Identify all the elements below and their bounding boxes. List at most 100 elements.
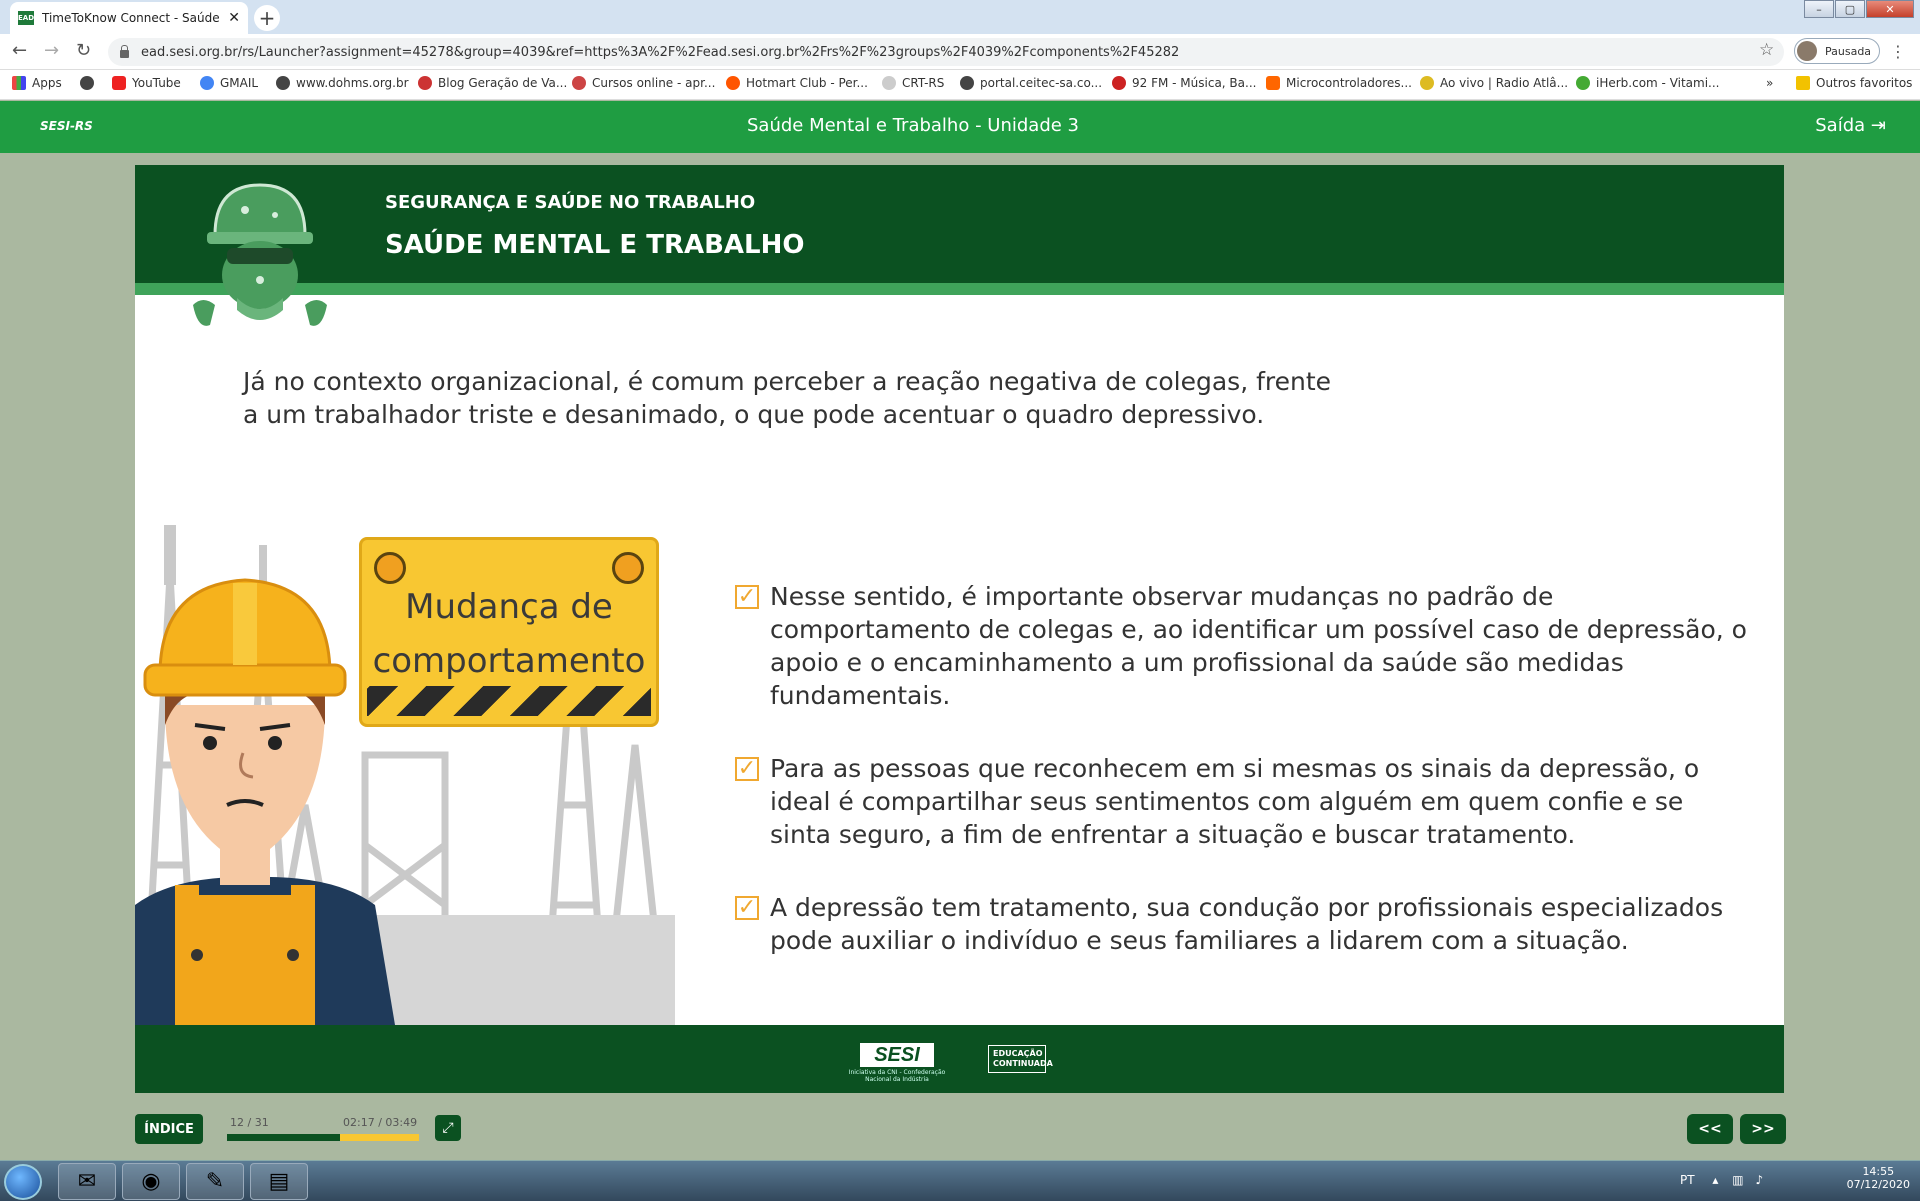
checkbox-icon: ✓ <box>735 757 759 781</box>
previous-button[interactable]: << <box>1687 1114 1733 1144</box>
cursos-icon <box>572 76 586 90</box>
close-tab-icon[interactable]: ✕ <box>228 10 240 26</box>
address-bar: ← → ↻ ead.sesi.org.br/rs/Launcher?assign… <box>0 34 1920 70</box>
checkbox-icon: ✓ <box>735 896 759 920</box>
blog-icon <box>418 76 432 90</box>
bookmark-ceitec[interactable]: portal.ceitec-sa.co... <box>960 76 1102 90</box>
list-item: ✓ Nesse sentido, é importante observar m… <box>730 580 1750 712</box>
fullscreen-icon[interactable]: ⤢ <box>435 1115 461 1141</box>
globe-icon <box>80 76 94 90</box>
course-title: Saúde Mental e Trabalho - Unidade 3 <box>746 115 1079 136</box>
bookmarks-more[interactable]: » <box>1766 76 1773 90</box>
progress-fill <box>227 1134 341 1141</box>
header-stripe <box>135 283 1784 295</box>
browser-tab[interactable]: EAD TimeToKnow Connect - Saúde M ✕ <box>10 2 248 34</box>
site-favicon-icon: EAD <box>18 11 34 25</box>
sign-text: Mudança de comportamento <box>372 587 646 681</box>
language-indicator[interactable]: PT <box>1680 1173 1695 1187</box>
profile-button[interactable]: Pausada <box>1794 38 1880 64</box>
avatar <box>1797 41 1817 61</box>
lock-icon <box>120 45 129 58</box>
radio-92-icon <box>1112 76 1126 90</box>
page-counter: 12 / 31 <box>230 1116 269 1129</box>
slide-content: SEGURANÇA E SAÚDE NO TRABALHO SAÚDE MENT… <box>135 165 1784 1093</box>
youtube-icon <box>112 76 126 90</box>
minimize-button[interactable]: – <box>1804 0 1834 18</box>
bookmark-dohms[interactable]: www.dohms.org.br <box>276 76 409 90</box>
folder-icon <box>1796 76 1810 90</box>
taskbar-chrome-icon[interactable]: ◉ <box>122 1163 180 1200</box>
bookmark-hotmart[interactable]: Hotmart Club - Per... <box>726 76 868 90</box>
course-header: SESI-RS Saúde Mental e Trabalho - Unidad… <box>0 101 1920 153</box>
page-icon <box>882 76 896 90</box>
back-icon[interactable]: ← <box>12 40 27 61</box>
window-controls: – ▢ ✕ <box>1803 0 1914 18</box>
other-bookmarks[interactable]: Outros favoritos <box>1796 76 1912 90</box>
sesi-logo: SESI <box>860 1043 934 1067</box>
exit-icon: ⇥ <box>1870 115 1886 136</box>
maximize-button[interactable]: ▢ <box>1835 0 1865 18</box>
apps-grid-icon <box>12 76 26 90</box>
clock[interactable]: 14:55 07/12/2020 <box>1847 1165 1910 1191</box>
progress-bar[interactable] <box>227 1134 419 1141</box>
bookmark-apps[interactable]: Apps <box>12 76 62 90</box>
bookmarks-bar: Apps YouTube GMAIL www.dohms.org.br Blog… <box>0 70 1920 100</box>
worker-mascot-icon <box>193 183 327 326</box>
bookmark-youtube[interactable]: YouTube <box>112 76 181 90</box>
bookmark-cursos[interactable]: Cursos online - apr... <box>572 76 715 90</box>
list-item: ✓ Para as pessoas que reconhecem em si m… <box>730 752 1750 851</box>
browser-tab-bar: EAD TimeToKnow Connect - Saúde M ✕ + – ▢… <box>0 0 1920 34</box>
bookmark-blog[interactable]: Blog Geração de Va... <box>418 76 567 90</box>
volume-icon[interactable]: ♪ <box>1755 1173 1763 1187</box>
forward-icon[interactable]: → <box>44 40 59 61</box>
close-window-button[interactable]: ✕ <box>1866 0 1914 18</box>
slide-supertitle: SEGURANÇA E SAÚDE NO TRABALHO <box>385 192 756 213</box>
url-text: ead.sesi.org.br/rs/Launcher?assignment=4… <box>141 44 1180 60</box>
sesi-logo-subtitle: Iniciativa da CNI - Confederação Naciona… <box>848 1069 946 1083</box>
google-icon <box>200 76 214 90</box>
bookmark-item[interactable] <box>80 76 100 90</box>
menu-dots-icon[interactable]: ⋮ <box>1890 42 1906 61</box>
index-button[interactable]: ÍNDICE <box>135 1114 203 1144</box>
windows-taskbar: ✉ ◉ ✎ ▤ PT ▴ ▥ ♪ 14:55 07/12/2020 <box>0 1160 1920 1201</box>
tray-up-arrow-icon[interactable]: ▴ <box>1712 1173 1718 1187</box>
slide-header <box>135 165 1784 283</box>
bookmark-92fm[interactable]: 92 FM - Música, Ba... <box>1112 76 1256 90</box>
taskbar-explorer-icon[interactable]: ▤ <box>250 1163 308 1200</box>
taskbar-outlook-icon[interactable]: ✉ <box>58 1163 116 1200</box>
next-button[interactable]: >> <box>1740 1114 1786 1144</box>
hotmart-icon <box>726 76 740 90</box>
checkbox-icon: ✓ <box>735 585 759 609</box>
taskbar-paint-icon[interactable]: ✎ <box>186 1163 244 1200</box>
slide-title: SAÚDE MENTAL E TRABALHO <box>385 230 805 260</box>
slide-footer: SESI Iniciativa da CNI - Confederação Na… <box>135 1025 1784 1093</box>
bullet-list: ✓ Nesse sentido, é importante observar m… <box>730 580 1750 997</box>
hazard-stripes <box>367 686 651 716</box>
start-button[interactable] <box>4 1164 42 1200</box>
time-counter: 02:17 / 03:49 <box>343 1116 418 1129</box>
player-controls: ÍNDICE 12 / 31 02:17 / 03:49 ⤢ << >> <box>110 1103 1810 1153</box>
bookmark-radio[interactable]: Ao vivo | Radio Atlâ... <box>1420 76 1568 90</box>
bookmark-gmail[interactable]: GMAIL <box>200 76 258 90</box>
educacao-continuada-logo: EDUCAÇÃO CONTINUADA <box>988 1045 1053 1073</box>
intro-text: Já no contexto organizacional, é comum p… <box>243 367 1332 429</box>
reload-icon[interactable]: ↻ <box>76 40 91 61</box>
bookmark-iherb[interactable]: iHerb.com - Vitami... <box>1576 76 1720 90</box>
network-icon[interactable]: ▥ <box>1732 1173 1743 1187</box>
globe-icon <box>960 76 974 90</box>
blogger-icon <box>1266 76 1280 90</box>
profile-label: Pausada <box>1825 44 1872 58</box>
url-input[interactable]: ead.sesi.org.br/rs/Launcher?assignment=4… <box>108 38 1784 66</box>
tab-title: TimeToKnow Connect - Saúde M <box>42 11 223 25</box>
bookmark-star-icon[interactable]: ☆ <box>1759 40 1774 60</box>
system-tray: PT ▴ ▥ ♪ <box>1680 1173 1763 1187</box>
list-item: ✓ A depressão tem tratamento, sua conduç… <box>730 891 1750 957</box>
globe-icon <box>276 76 290 90</box>
radio-icon <box>1420 76 1434 90</box>
bookmark-crt[interactable]: CRT-RS <box>882 76 944 90</box>
new-tab-button[interactable]: + <box>254 5 280 31</box>
bookmark-micro[interactable]: Microcontroladores... <box>1266 76 1412 90</box>
warning-sign: Mudança de comportamento <box>359 537 659 727</box>
exit-button[interactable]: Saída ⇥ <box>1815 115 1886 136</box>
iherb-icon <box>1576 76 1590 90</box>
